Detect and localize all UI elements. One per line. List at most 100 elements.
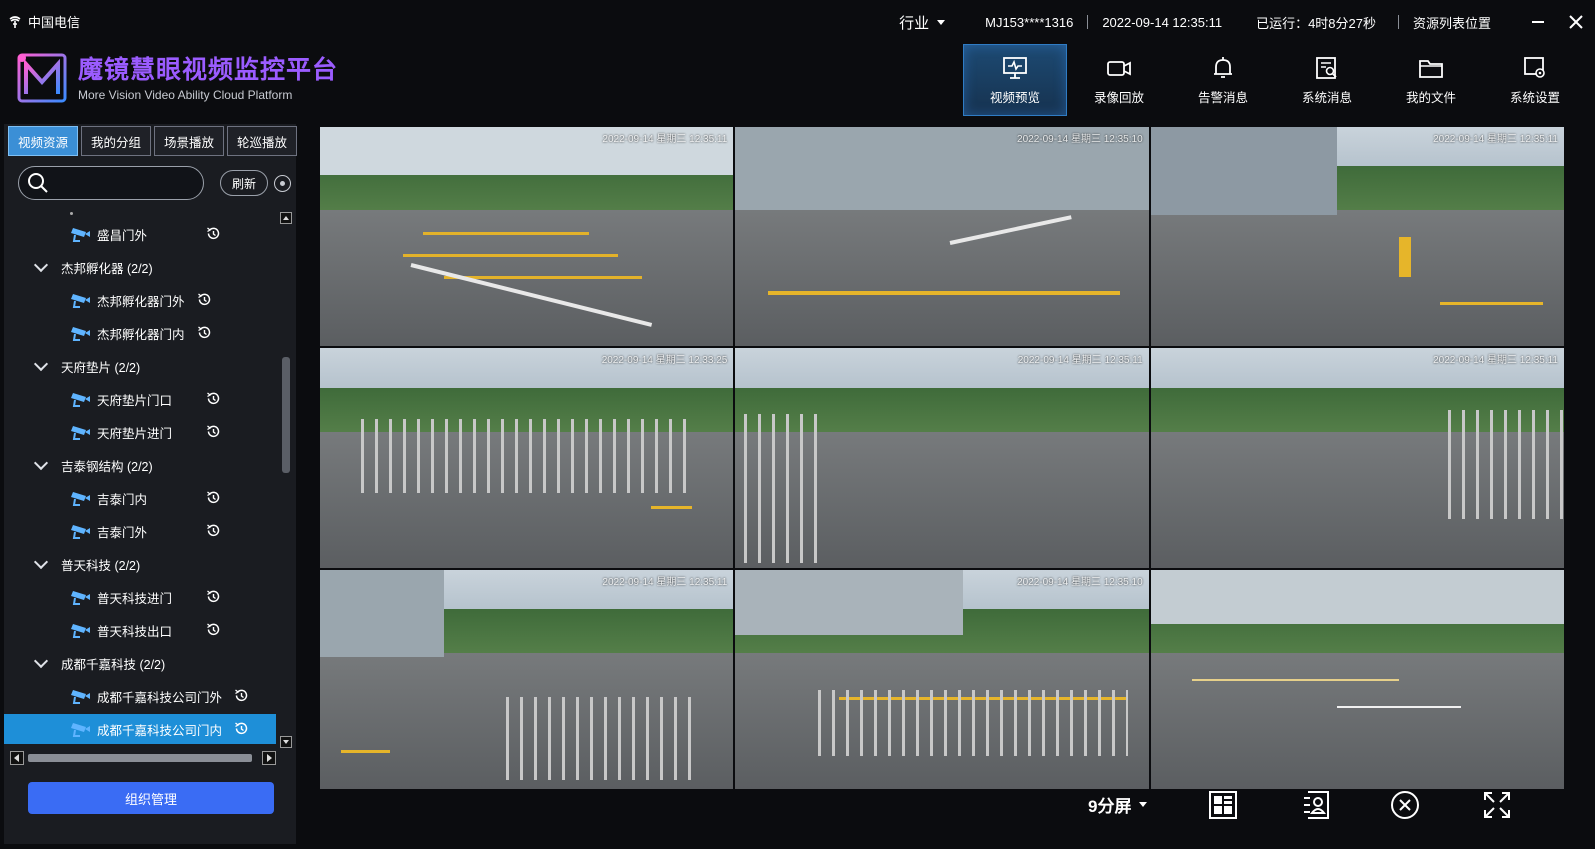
scroll-up-icon[interactable] bbox=[280, 212, 292, 224]
nav-alarm-messages[interactable]: 告警消息 bbox=[1171, 44, 1275, 116]
main-nav: 视频预览 录像回放 告警消息 系统消息 我的文件 系统设置 bbox=[963, 44, 1587, 116]
tree-horizontal-scrollbar[interactable] bbox=[10, 751, 276, 765]
folder-icon bbox=[1419, 60, 1443, 78]
nav-label: 告警消息 bbox=[1197, 91, 1248, 105]
video-tile[interactable]: 2022-09-14 星期三 12:35:11 bbox=[320, 569, 734, 789]
history-icon[interactable] bbox=[206, 226, 221, 241]
scroll-thumb[interactable] bbox=[28, 754, 252, 762]
fullscreen-icon[interactable] bbox=[1482, 790, 1512, 820]
chevron-down-icon[interactable] bbox=[33, 653, 49, 669]
tree-camera[interactable]: 普天科技出口 bbox=[4, 615, 276, 645]
tree-camera[interactable]: 杰邦孵化器门外 bbox=[4, 285, 276, 315]
refresh-button[interactable]: 刷新 bbox=[220, 170, 268, 196]
bell-icon bbox=[1214, 57, 1232, 78]
scroll-thumb[interactable] bbox=[282, 357, 290, 473]
camera-icon bbox=[71, 723, 90, 737]
camera-icon bbox=[71, 624, 90, 638]
history-icon[interactable] bbox=[197, 325, 212, 340]
video-tile[interactable]: 2022-09-14 星期三 12:33:25 bbox=[320, 348, 734, 568]
video-tile[interactable] bbox=[1150, 569, 1564, 789]
tree-camera[interactable]: 普天科技进门 bbox=[4, 582, 276, 612]
tree-camera[interactable]: 吉泰门内 bbox=[4, 483, 276, 513]
tree-group[interactable]: 普天科技 (2/2) bbox=[4, 549, 276, 579]
history-icon[interactable] bbox=[206, 523, 221, 538]
tree-camera[interactable]: 成都千嘉科技公司门内 bbox=[4, 714, 276, 744]
nav-system-messages[interactable]: 系统消息 bbox=[1275, 44, 1379, 116]
tree-group[interactable]: 天府垫片 (2/2) bbox=[4, 351, 276, 381]
brand: 魔镜慧眼视频监控平台 More Vision Video Ability Clo… bbox=[16, 52, 338, 106]
tree-group[interactable]: 成都千嘉科技 (2/2) bbox=[4, 648, 276, 678]
tree-camera[interactable]: 盛昌门外 bbox=[4, 219, 276, 249]
tree-camera[interactable]: 天府垫片进门 bbox=[4, 417, 276, 447]
feed-ground bbox=[735, 210, 1149, 347]
tree-label: 成都千嘉科技公司门内 bbox=[97, 723, 223, 738]
search-input[interactable] bbox=[55, 175, 195, 191]
layout-dropdown[interactable]: 9分屏 bbox=[1088, 792, 1148, 816]
tree-vertical-scrollbar[interactable] bbox=[280, 212, 292, 748]
tree-label: 天府垫片进门 bbox=[97, 426, 173, 441]
history-icon[interactable] bbox=[197, 292, 212, 307]
video-camera-icon bbox=[1107, 61, 1131, 76]
minimize-button[interactable] bbox=[1519, 0, 1557, 44]
close-all-icon[interactable] bbox=[1390, 790, 1420, 820]
camera-icon bbox=[71, 393, 90, 407]
nav-system-settings[interactable]: 系统设置 bbox=[1483, 44, 1587, 116]
scroll-left-icon[interactable] bbox=[10, 751, 24, 765]
video-tile[interactable]: 2022-09-14 星期三 12:35:11 bbox=[320, 127, 734, 347]
feed-ground bbox=[1150, 653, 1564, 789]
tree-group[interactable]: 杰邦孵化器 (2/2) bbox=[4, 252, 276, 282]
carrier-label: 中国电信 bbox=[28, 15, 81, 30]
video-tile[interactable]: 2022-09-14 星期三 12:35:10 bbox=[735, 127, 1149, 347]
tree-group[interactable]: 吉泰钢结构 (2/2) bbox=[4, 450, 276, 480]
scroll-down-icon[interactable] bbox=[280, 736, 292, 748]
history-icon[interactable] bbox=[206, 490, 221, 505]
history-icon[interactable] bbox=[206, 622, 221, 637]
eye-icon[interactable] bbox=[274, 175, 291, 192]
feed-timestamp: 2022-09-14 星期三 12:35:11 bbox=[602, 134, 728, 145]
feed-gate bbox=[361, 418, 692, 494]
scroll-right-icon[interactable] bbox=[262, 751, 276, 765]
nav-video-preview[interactable]: 视频预览 bbox=[963, 44, 1067, 116]
tab-video-resources[interactable]: 视频资源 bbox=[8, 126, 78, 156]
camera-icon bbox=[71, 690, 90, 704]
app-title: 魔镜慧眼视频监控平台 bbox=[78, 56, 339, 84]
chevron-down-icon[interactable] bbox=[33, 554, 49, 570]
tree-label: 杰邦孵化器门内 bbox=[97, 327, 185, 342]
history-icon[interactable] bbox=[206, 391, 221, 406]
tree-camera[interactable]: 天府垫片门口 bbox=[4, 384, 276, 414]
resource-tabs: 视频资源 我的分组 场景播放 轮巡播放 bbox=[8, 126, 297, 156]
tree-camera[interactable]: 吉泰门外 bbox=[4, 516, 276, 546]
history-icon[interactable] bbox=[206, 424, 221, 439]
industry-dropdown[interactable]: 行业 bbox=[885, 12, 971, 33]
org-management-button[interactable]: 组织管理 bbox=[28, 782, 274, 814]
datetime-label: 2022-09-14 12:35:11 bbox=[1102, 14, 1223, 30]
tab-patrol-playback[interactable]: 轮巡播放 bbox=[227, 126, 297, 156]
tree-label: 普天科技 (2/2) bbox=[61, 558, 141, 573]
history-icon[interactable] bbox=[234, 688, 249, 703]
chevron-down-icon[interactable] bbox=[33, 455, 49, 471]
history-icon[interactable] bbox=[234, 721, 249, 736]
tree-label: 普天科技出口 bbox=[97, 624, 173, 639]
video-tile[interactable]: 2022-09-14 星期三 12:35:11 bbox=[1150, 348, 1564, 568]
nav-recording-playback[interactable]: 录像回放 bbox=[1067, 44, 1171, 116]
nav-my-files[interactable]: 我的文件 bbox=[1379, 44, 1483, 116]
feed-gate bbox=[743, 414, 818, 564]
feed-building bbox=[1150, 127, 1337, 215]
user-portrait-icon[interactable] bbox=[1300, 790, 1330, 820]
grid-layout-icon[interactable] bbox=[1208, 790, 1238, 820]
tree-overflow-dot bbox=[70, 212, 73, 215]
resource-position-button[interactable]: 资源列表位置 bbox=[1399, 13, 1505, 32]
chevron-down-icon[interactable] bbox=[33, 257, 49, 273]
tree-camera[interactable]: 杰邦孵化器门内 bbox=[4, 318, 276, 348]
close-window-button[interactable] bbox=[1557, 0, 1595, 44]
history-icon[interactable] bbox=[206, 589, 221, 604]
feed-building bbox=[320, 569, 444, 658]
tree-camera[interactable]: 成都千嘉科技公司门外 bbox=[4, 681, 276, 711]
chevron-down-icon[interactable] bbox=[33, 356, 49, 372]
tab-my-groups[interactable]: 我的分组 bbox=[81, 126, 151, 156]
video-tile[interactable]: 2022-09-14 星期三 12:35:11 bbox=[735, 348, 1149, 568]
feed-timestamp: 2022-09-14 星期三 12:35:11 bbox=[602, 576, 728, 588]
video-tile[interactable]: 2022-09-14 星期三 12:35:11 bbox=[1150, 127, 1564, 347]
tab-scene-playback[interactable]: 场景播放 bbox=[154, 126, 224, 156]
video-tile[interactable]: 2022-09-14 星期三 12:35:10 bbox=[735, 569, 1149, 789]
